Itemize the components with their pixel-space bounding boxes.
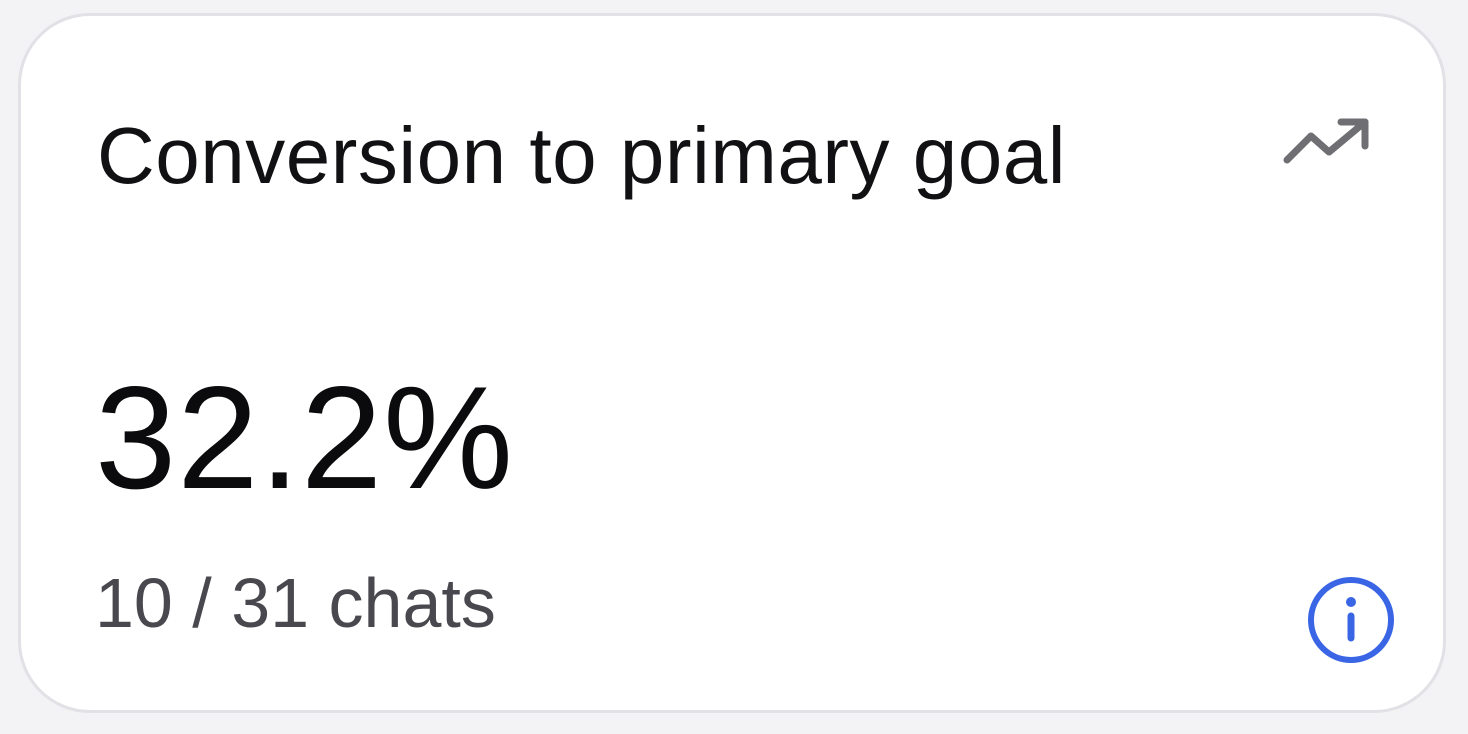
trending-up-icon — [1283, 118, 1369, 164]
metric-subtext: 10 / 31 chats — [95, 564, 496, 642]
metric-value: 32.2% — [95, 356, 514, 519]
metric-card: Conversion to primary goal 32.2% 10 / 31… — [18, 13, 1446, 713]
info-icon[interactable] — [1305, 574, 1397, 666]
card-title: Conversion to primary goal — [97, 111, 1066, 200]
